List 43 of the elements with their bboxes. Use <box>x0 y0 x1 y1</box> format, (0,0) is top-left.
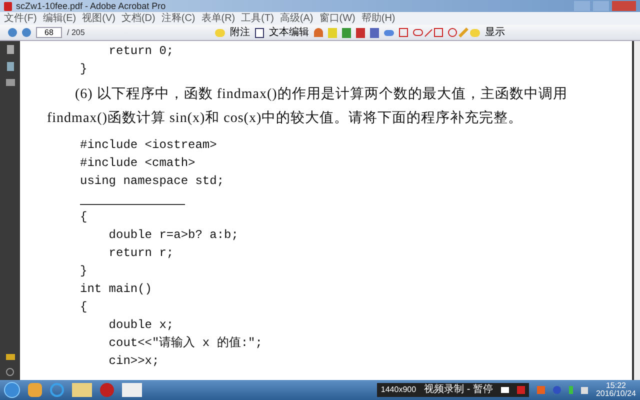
code-line: #include <iostream> <box>80 137 218 154</box>
code-line: { <box>80 209 88 226</box>
code-line: } <box>80 61 88 78</box>
show-button[interactable]: 显示 <box>484 28 505 38</box>
text-edit-icon[interactable] <box>254 28 264 38</box>
menu-item[interactable]: 编辑(E) <box>42 14 76 24</box>
menu-item[interactable]: 工具(T) <box>241 14 274 24</box>
shape-icon[interactable] <box>384 30 394 36</box>
scrollbar[interactable] <box>632 41 640 380</box>
menu-item[interactable]: 表单(R) <box>201 14 236 24</box>
text-edit-button[interactable]: 文本编辑 <box>268 28 309 38</box>
menu-item[interactable]: 文件(F) <box>4 14 37 24</box>
menu-item[interactable]: 高级(A) <box>280 14 314 24</box>
code-line: double r=a>b? a:b; <box>108 227 240 244</box>
rectangle-icon[interactable] <box>434 28 443 37</box>
menu-item[interactable]: 文档(D) <box>121 14 156 24</box>
note-button[interactable]: 附注 <box>230 28 250 38</box>
code-line: using namespace std; <box>80 173 226 190</box>
code-line: int main() <box>80 281 154 298</box>
page-total: / 205 <box>67 26 85 38</box>
code-line: } <box>80 263 88 280</box>
window-label: 1440x900 <box>380 384 416 396</box>
question-paragraph: (6) 以下程序中，函数 findmax()的作用是计算两个数的最大值，主函数中调用 findmax()函数计算 sin(x)和 cos(x)中的较大值。请将下面的程序补充完整。 <box>47 85 568 128</box>
menu-item[interactable]: 视图(V) <box>82 14 116 24</box>
clock-time: 15:22 <box>606 382 626 390</box>
menu-item[interactable]: 注释(C) <box>161 14 196 24</box>
code-line: #include <cmath> <box>80 155 196 172</box>
menu-item[interactable]: 帮助(H) <box>361 14 396 24</box>
window-title: scZw1-10fee.pdf - Adobe Acrobat Pro <box>16 2 166 10</box>
menu-item[interactable]: 窗口(W) <box>319 14 356 24</box>
page-number-field[interactable]: 68 <box>36 27 62 38</box>
recorder-status: 视频录制 - 暂停 <box>424 385 493 395</box>
code-line: double x; <box>108 317 175 334</box>
code-line: return 0; <box>108 43 175 60</box>
rectangle-icon[interactable] <box>398 28 408 37</box>
code-line: { <box>80 299 88 316</box>
clock-date: 2016/10/24 <box>596 390 636 398</box>
app-icon[interactable] <box>28 383 42 397</box>
code-line: cout<<"请输入 x 的值:"; <box>108 335 264 352</box>
code-line: cin>>x; <box>108 353 160 370</box>
stop-icon[interactable] <box>516 386 525 394</box>
battery-icon[interactable] <box>568 386 573 394</box>
code-line: return r; <box>108 245 175 262</box>
